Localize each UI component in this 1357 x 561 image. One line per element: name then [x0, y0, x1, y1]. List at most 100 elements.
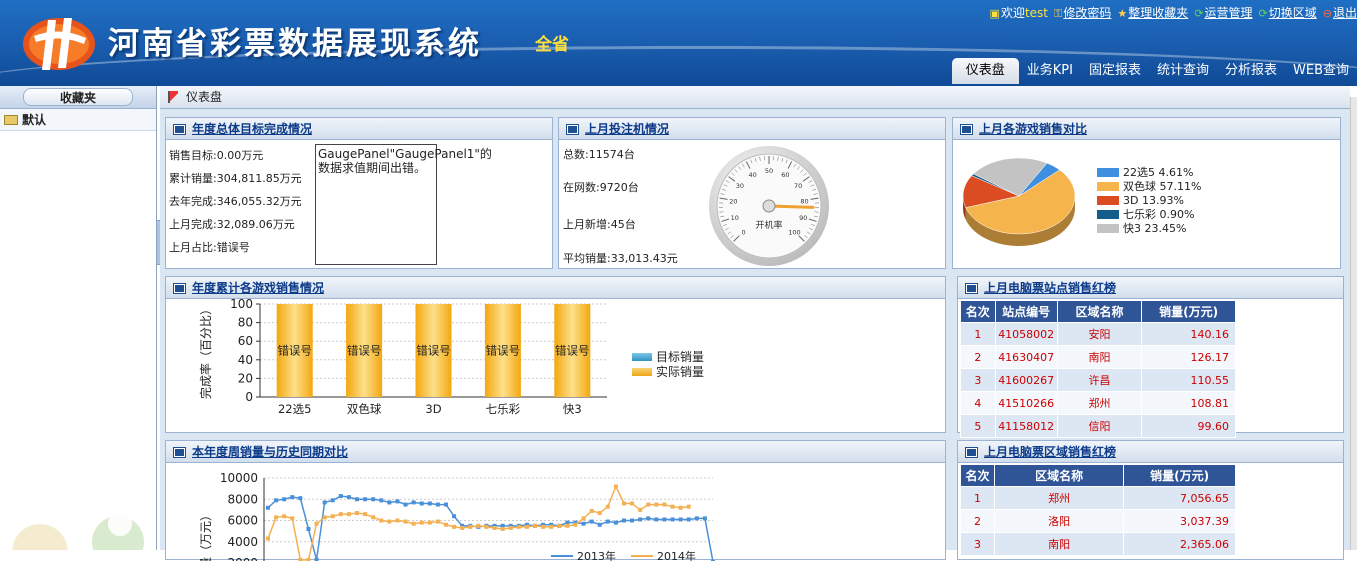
refresh-icon: ⟳: [1259, 7, 1268, 20]
series-0-point: [444, 503, 448, 507]
table-cell: 2: [961, 346, 996, 369]
table-cell: 信阳: [1057, 415, 1142, 438]
series-1-point: [460, 526, 464, 530]
star-icon: ★: [1117, 7, 1127, 20]
series-1-point: [315, 522, 319, 526]
panel-icon: [966, 448, 977, 457]
last-month-total: 上月完成:32,089.06万元: [169, 213, 302, 236]
series-1-point: [476, 524, 480, 528]
legend-swatch: [1097, 196, 1119, 205]
terminal-new: 上月新增:45台: [563, 216, 636, 232]
series-0-point: [379, 498, 383, 502]
change-password-link[interactable]: 修改密码: [1063, 6, 1111, 20]
table-row: 141058002安阳140.16: [961, 323, 1236, 346]
series-0-point: [598, 523, 602, 527]
last-month-ratio: 上月占比:错误号: [169, 236, 302, 259]
station-ranking-title[interactable]: 上月电脑票站点销售红榜: [984, 281, 1116, 295]
table-cell: 郑州: [994, 487, 1123, 510]
game-share-pie: [961, 146, 1085, 258]
x-tick-label: 3D: [425, 402, 441, 416]
sidebar-item-label: 默认: [22, 113, 46, 127]
legend-label: 目标销量: [656, 350, 704, 364]
welcome-group: ▣欢迎test: [990, 4, 1048, 21]
series-0-point: [646, 516, 650, 520]
annual-target-title[interactable]: 年度总体目标完成情况: [192, 122, 312, 136]
col-rank: 名次: [961, 465, 995, 487]
series-0-point: [630, 519, 634, 523]
series-0-point: [306, 527, 310, 531]
x-tick-label: 22选5: [278, 402, 311, 416]
tab-dashboard[interactable]: 仪表盘: [952, 58, 1019, 84]
x-tick-label: 双色球: [347, 402, 382, 416]
annual-game-sales-title[interactable]: 年度累计各游戏销售情况: [192, 281, 324, 295]
series-0-point: [622, 519, 626, 523]
panel-header: 年度累计各游戏销售情况: [166, 277, 945, 299]
bar-data-label: 错误号: [277, 344, 312, 358]
gauge-tick-label: 50: [765, 167, 773, 175]
col-region: 区域名称: [1057, 301, 1142, 323]
legend-swatch: [1097, 210, 1119, 219]
table-cell: 5: [961, 415, 996, 438]
gauge-tick-label: 40: [749, 171, 757, 179]
operations-link[interactable]: 运营管理: [1205, 6, 1253, 20]
bar-legend: 目标销量 实际销量: [632, 350, 704, 380]
favorites-sidebar: 收藏夹 默认: [0, 86, 157, 550]
legend-label: 22选5 4.61%: [1123, 166, 1193, 179]
table-cell: 1: [961, 487, 995, 510]
refresh-icon: ⟳: [1194, 7, 1203, 20]
series-1-point: [525, 525, 529, 529]
y-tick-label: 60: [238, 334, 253, 348]
switch-region-link[interactable]: 切换区域: [1269, 6, 1317, 20]
bar-data-label: 错误号: [555, 344, 590, 358]
ops-group[interactable]: ⟳运营管理: [1194, 4, 1252, 21]
tab-kpi[interactable]: 业务KPI: [1019, 58, 1081, 84]
panel-icon: [966, 284, 977, 293]
favorites-group[interactable]: ★整理收藏夹: [1117, 4, 1188, 21]
tab-stat-query[interactable]: 统计查询: [1149, 58, 1217, 84]
game-share-title[interactable]: 上月各游戏销售对比: [979, 122, 1087, 136]
table-row: 1郑州7,056.65: [961, 487, 1236, 510]
station-ranking-panel: 上月电脑票站点销售红榜 名次 站点编号 区域名称 销量(万元) 14105800…: [957, 276, 1344, 433]
series-0-point: [395, 499, 399, 503]
table-cell: 41600267: [995, 369, 1057, 392]
gauge-tick-label: 60: [781, 171, 789, 179]
tab-web-query[interactable]: WEB查询: [1285, 58, 1357, 84]
region-ranking-title[interactable]: 上月电脑票区域销售红榜: [984, 445, 1116, 459]
station-ranking-table: 名次 站点编号 区域名称 销量(万元) 141058002安阳140.16241…: [960, 300, 1236, 438]
gauge-tick-label: 10: [731, 214, 739, 222]
y-axis-label: 完成率（百分比）: [198, 303, 213, 399]
series-1-point: [501, 527, 505, 531]
flag-icon: [168, 91, 178, 103]
series-1-point: [638, 508, 642, 512]
vertical-scrollbar[interactable]: [1350, 97, 1357, 550]
change-password-group[interactable]: ⚿修改密码: [1054, 4, 1111, 21]
logout-link[interactable]: 退出: [1333, 6, 1357, 20]
series-1-point: [598, 511, 602, 515]
series-0-point: [331, 498, 335, 502]
legend-label: 双色球 57.11%: [1123, 180, 1201, 193]
sales-target: 销售目标:0.00万元: [169, 144, 302, 167]
switch-group[interactable]: ⟳切换区域: [1259, 4, 1317, 21]
tab-fixed-reports[interactable]: 固定报表: [1081, 58, 1149, 84]
folder-icon: [4, 115, 18, 125]
table-cell: 南阳: [994, 533, 1123, 556]
table-cell: 126.17: [1142, 346, 1236, 369]
organize-favorites-link[interactable]: 整理收藏夹: [1128, 6, 1188, 20]
series-0-point: [638, 517, 642, 521]
tab-analysis[interactable]: 分析报表: [1217, 58, 1285, 84]
series-1-point: [671, 505, 675, 509]
weekly-sales-title[interactable]: 本年度周销量与历史同期对比: [192, 445, 348, 459]
terminal-online: 在网数:9720台: [563, 179, 639, 195]
series-1-point: [582, 516, 586, 520]
legend-target: 目标销量: [632, 350, 704, 365]
region-ranking-panel: 上月电脑票区域销售红榜 名次 区域名称 销量(万元) 1郑州7,056.652洛…: [957, 440, 1344, 560]
y-tick-label: 100: [230, 299, 253, 311]
legend-actual: 实际销量: [632, 365, 704, 380]
table-cell: 郑州: [1057, 392, 1142, 415]
logout-group[interactable]: ⊖退出: [1323, 4, 1357, 21]
sidebar-item-default[interactable]: 默认: [0, 109, 156, 131]
terminal-title[interactable]: 上月投注机情况: [585, 122, 669, 136]
lottery-balls-decoration: [0, 500, 150, 550]
breadcrumb-label: 仪表盘: [186, 90, 222, 104]
table-cell: 41510266: [995, 392, 1057, 415]
